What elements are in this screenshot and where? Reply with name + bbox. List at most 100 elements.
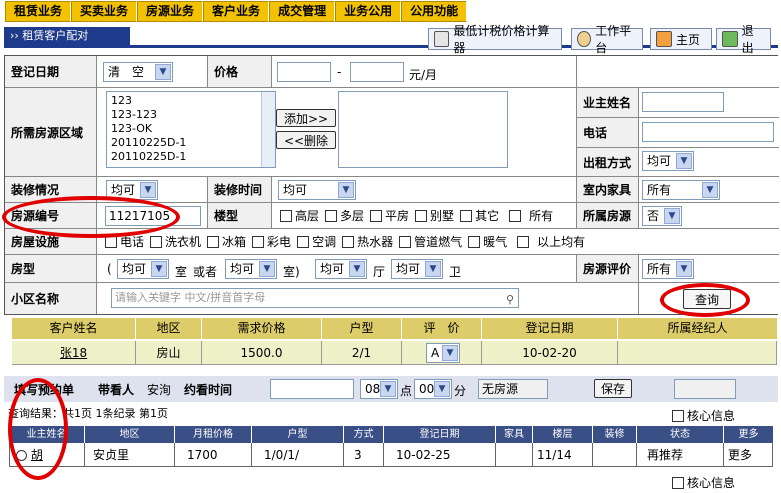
core-info-top[interactable]: 核心信息: [672, 407, 735, 424]
eval-select[interactable]: 所有 ▼: [642, 259, 694, 279]
checkbox[interactable]: [370, 209, 383, 222]
appointment-date-input[interactable]: [270, 379, 354, 399]
owner-name-input[interactable]: [642, 92, 724, 112]
checkbox[interactable]: [342, 235, 355, 248]
tax-calculator-button[interactable]: 最低计税价格计算器: [428, 24, 562, 55]
building-option[interactable]: 别墅: [409, 207, 454, 224]
rating-value: A: [431, 346, 440, 360]
rating-cell: A ▼: [402, 341, 482, 365]
hall-count-value: 均可: [320, 262, 345, 276]
menu-property[interactable]: 房源业务: [137, 1, 204, 22]
list-item[interactable]: 20110225D-1: [111, 150, 271, 164]
remove-area-button[interactable]: <<删除: [276, 131, 336, 149]
price-max-input[interactable]: [350, 62, 404, 82]
checkbox[interactable]: [672, 476, 684, 489]
list-item[interactable]: 123: [111, 94, 271, 108]
col-more: 更多: [724, 426, 773, 443]
area-listbox[interactable]: 123 123-123 123-OK 20110225D-1 20110225D…: [106, 91, 276, 168]
facility-option[interactable]: 以上均有: [507, 233, 585, 250]
checkbox[interactable]: [297, 235, 310, 248]
checkbox[interactable]: [517, 235, 530, 248]
selected-area-listbox[interactable]: [338, 91, 508, 168]
checkbox[interactable]: [280, 209, 292, 222]
eval-value: 所有: [647, 262, 672, 276]
chevron-down-icon: ▼: [140, 182, 156, 198]
rent-method-select[interactable]: 均可 ▼: [642, 151, 694, 171]
building-option-label: 所有: [529, 209, 554, 223]
chevron-down-icon: ▼: [425, 261, 441, 277]
checkbox[interactable]: [325, 209, 338, 222]
hall-count-select[interactable]: 均可 ▼: [315, 259, 367, 279]
minute-unit: 分: [454, 384, 467, 398]
facility-option[interactable]: 暖气: [462, 233, 507, 250]
checkbox[interactable]: [509, 209, 522, 222]
checkbox[interactable]: [415, 209, 428, 222]
minute-select[interactable]: 00 ▼: [414, 379, 452, 399]
room-count-alt-select[interactable]: 均可 ▼: [225, 259, 277, 279]
hour-unit: 点: [400, 384, 413, 398]
deco-value: 均可: [111, 183, 136, 197]
save-button[interactable]: 保存: [594, 379, 632, 398]
checkbox[interactable]: [468, 235, 481, 248]
reg-date-select[interactable]: 清 空 ▼: [103, 62, 173, 82]
room-count-alt-value: 均可: [230, 262, 255, 276]
table-cell: 2/1: [322, 341, 402, 365]
rating-select[interactable]: A ▼: [426, 343, 460, 363]
checkbox[interactable]: [252, 235, 265, 248]
core-info-bottom[interactable]: 核心信息: [672, 474, 735, 491]
hour-select[interactable]: 08 ▼: [360, 379, 398, 399]
exit-button[interactable]: 退出: [716, 24, 771, 55]
table-cell: 10-02-25: [384, 443, 496, 467]
facility-option[interactable]: 管道燃气: [393, 233, 462, 250]
phone-label: 电话: [577, 118, 639, 148]
checkbox[interactable]: [460, 209, 473, 222]
area-scrollbar[interactable]: [261, 92, 275, 167]
bath-count-select[interactable]: 均可 ▼: [391, 259, 443, 279]
building-option[interactable]: 多层: [319, 207, 364, 224]
building-type-options: 高层 多层 平房 别墅 其它 所有: [272, 203, 577, 229]
annotation-oval: [8, 378, 68, 480]
facility-option[interactable]: 洗衣机: [144, 233, 201, 250]
home-button[interactable]: 主页: [650, 28, 712, 50]
building-option[interactable]: 其它: [454, 207, 499, 224]
menu-public[interactable]: 公用功能: [401, 1, 468, 22]
workbench-button[interactable]: 工作平台: [571, 24, 643, 55]
menu-rent[interactable]: 租赁业务: [5, 1, 72, 22]
col-district: 地区: [85, 426, 175, 443]
menu-common[interactable]: 业务公用: [335, 1, 402, 22]
deco-time-select[interactable]: 均可 ▼: [278, 180, 356, 200]
room-count-select[interactable]: 均可 ▼: [117, 259, 169, 279]
building-option[interactable]: 高层: [274, 207, 319, 224]
checkbox[interactable]: [672, 409, 684, 422]
viewer-name: 安洵: [147, 383, 172, 397]
facility-option[interactable]: 空调: [291, 233, 336, 250]
list-item[interactable]: 123-OK: [111, 122, 271, 136]
owned-select[interactable]: 否 ▼: [642, 206, 682, 226]
menu-sale[interactable]: 买卖业务: [71, 1, 138, 22]
more-link[interactable]: 更多: [724, 443, 773, 467]
menu-client[interactable]: 客户业务: [203, 1, 270, 22]
community-search-input[interactable]: 请输入关键字 中文/拼音首字母 ⚲: [111, 288, 519, 308]
col-reg-date: 登记日期: [482, 318, 618, 339]
price-min-input[interactable]: [277, 62, 331, 82]
checkbox[interactable]: [399, 235, 412, 248]
client-name-link[interactable]: 张18: [12, 341, 136, 365]
building-type-label: 楼型: [208, 203, 272, 229]
furniture-select[interactable]: 所有 ▼: [642, 180, 720, 200]
facility-option[interactable]: 冰箱: [201, 233, 246, 250]
building-option[interactable]: 所有: [499, 207, 553, 224]
list-item[interactable]: 123-123: [111, 108, 271, 122]
phone-input[interactable]: [642, 122, 774, 142]
checkbox[interactable]: [207, 235, 220, 248]
building-option[interactable]: 平房: [364, 207, 409, 224]
menu-deal[interactable]: 成交管理: [269, 1, 336, 22]
facility-option[interactable]: 彩电: [246, 233, 291, 250]
col-rating: 评 价: [402, 318, 482, 339]
col-decoration: 装修: [593, 426, 637, 443]
facility-option[interactable]: 热水器: [336, 233, 393, 250]
checkbox[interactable]: [150, 235, 163, 248]
add-area-button[interactable]: 添加>>: [276, 109, 336, 127]
list-item[interactable]: 20110225D-1: [111, 136, 271, 150]
owned-value: 否: [647, 209, 660, 223]
workbench-label: 工作平台: [595, 24, 632, 55]
